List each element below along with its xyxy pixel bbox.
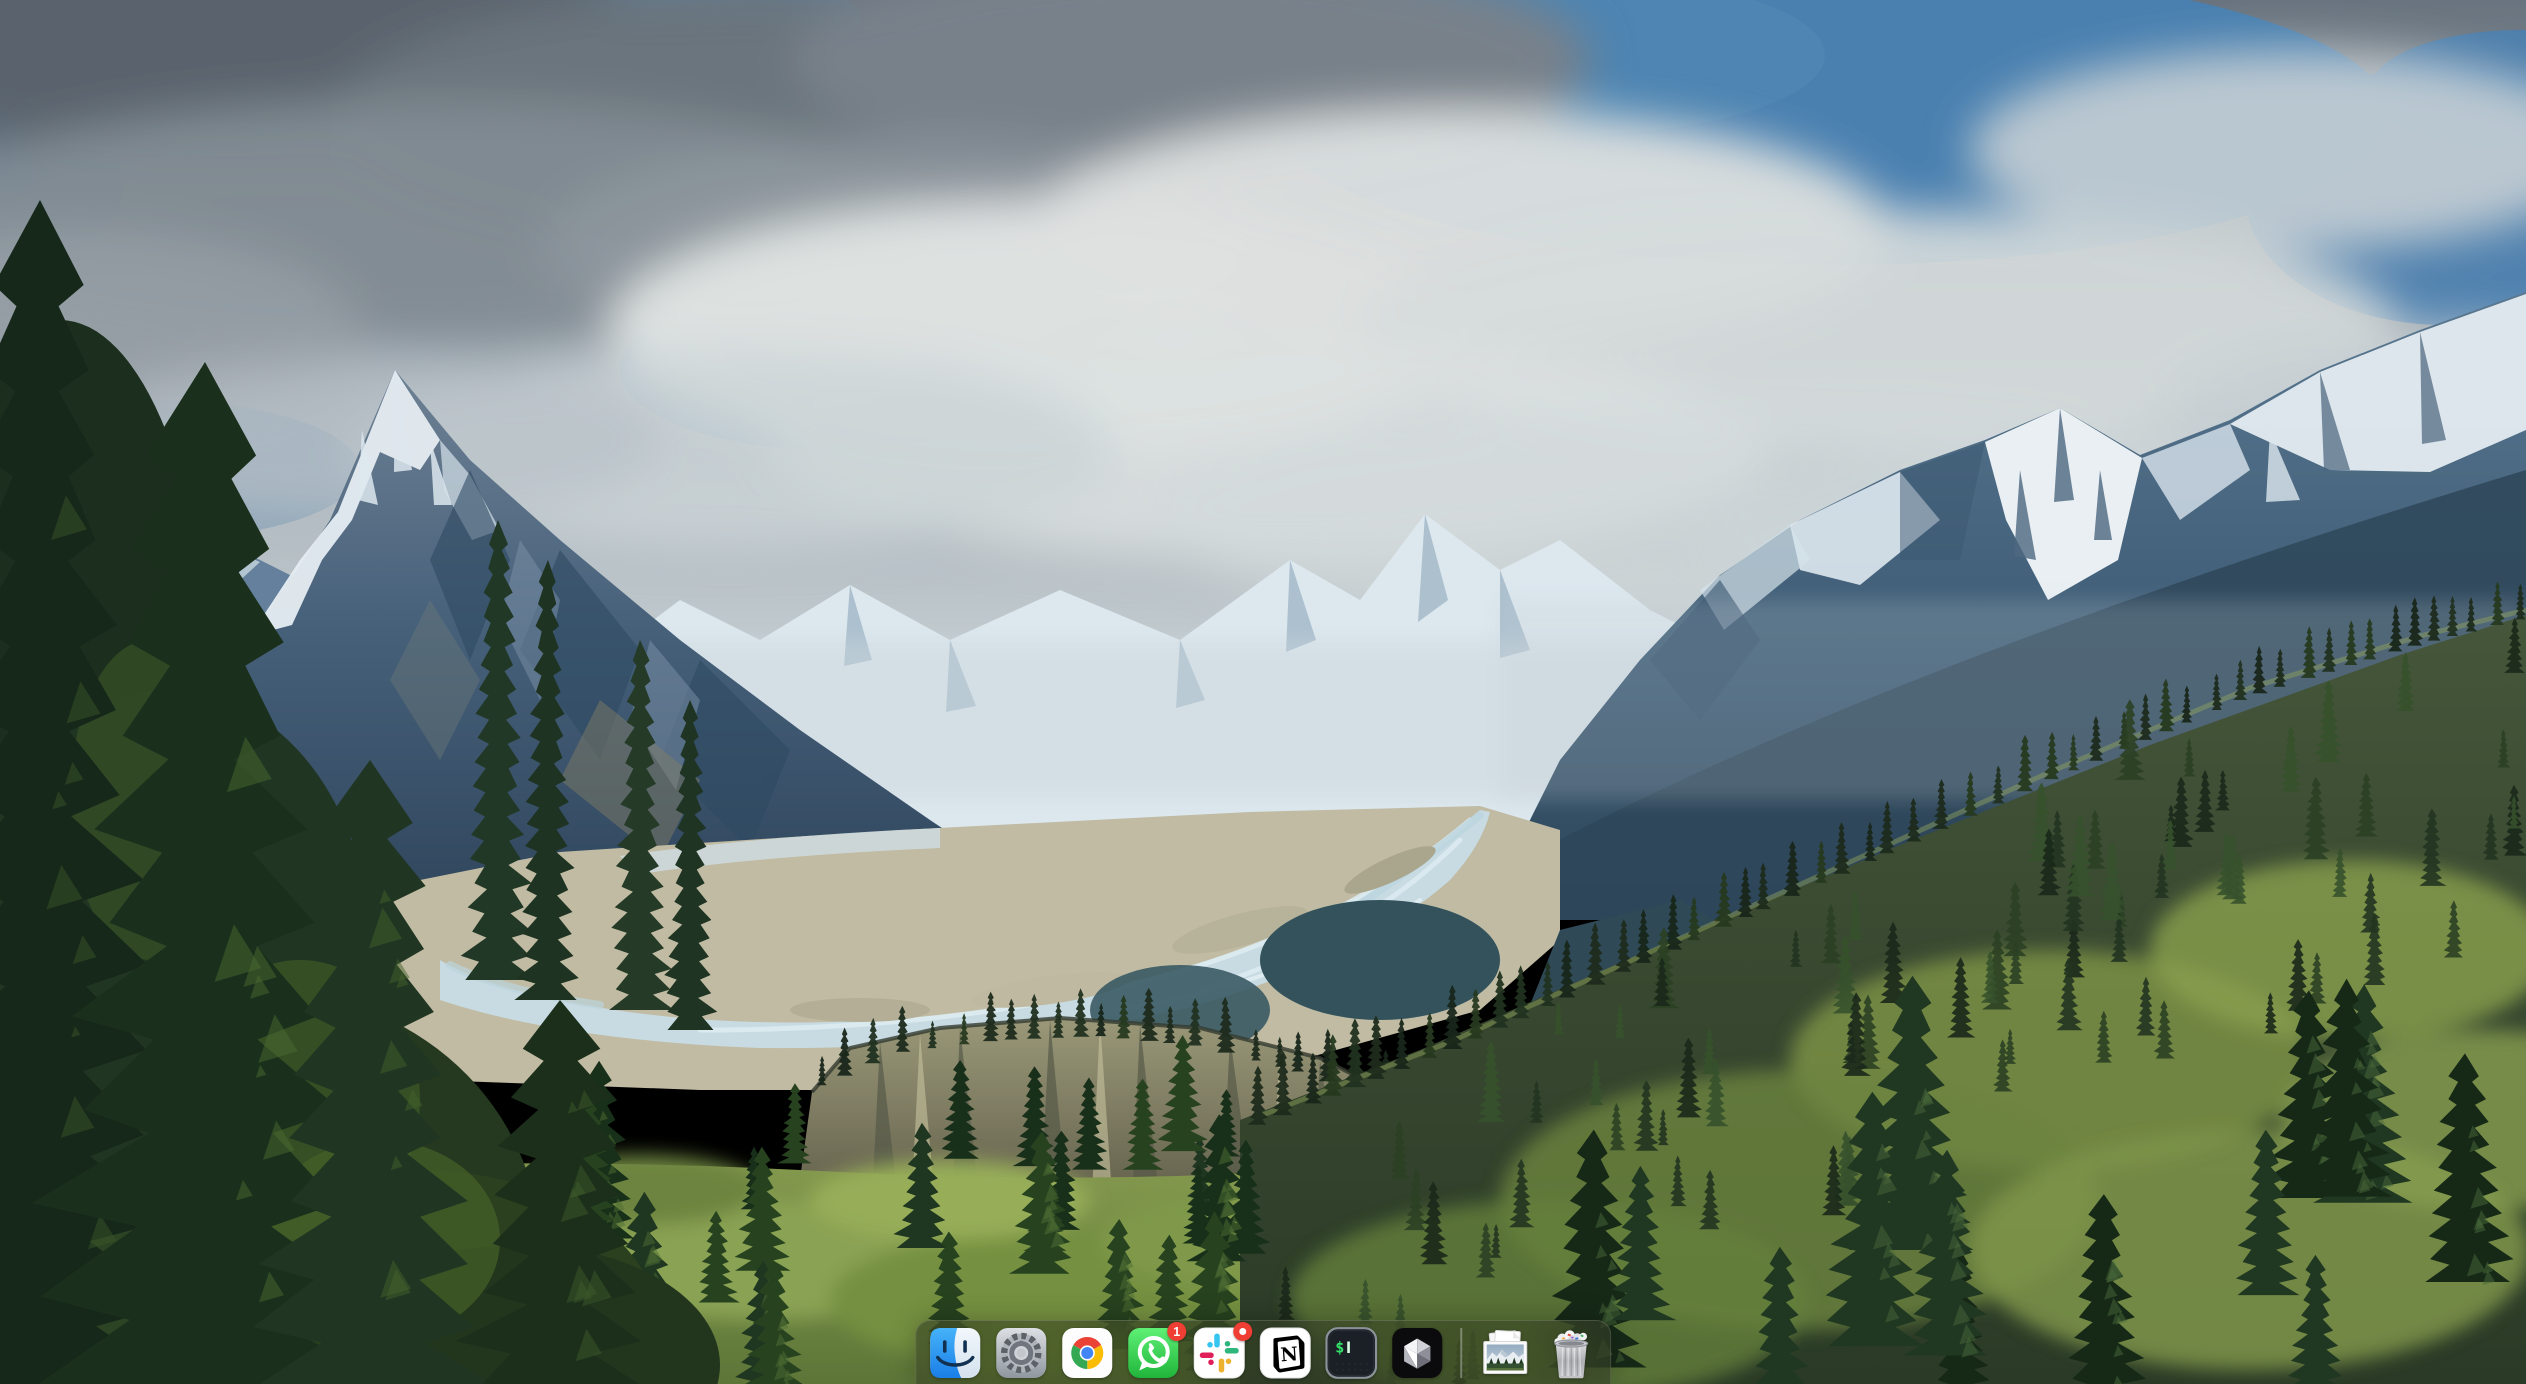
dock: 1 N $ [915,1320,1611,1384]
settings-icon [995,1327,1047,1379]
dock-item-finder[interactable] [929,1327,981,1379]
dock-item-trash[interactable] [1545,1327,1597,1379]
terminal-icon: $ [1325,1327,1377,1379]
dock-item-chrome[interactable] [1061,1327,1113,1379]
dock-item-settings[interactable] [995,1327,1047,1379]
downloads-icon [1479,1327,1531,1379]
terminal-prompt-glyph: $ [1335,1339,1344,1357]
notion-icon: N [1259,1327,1311,1379]
notification-badge: 1 [1167,1322,1186,1341]
dock-item-downloads[interactable] [1479,1327,1531,1379]
dock-item-cursor[interactable] [1391,1327,1443,1379]
chrome-icon [1061,1327,1113,1379]
dock-separator [1460,1328,1462,1378]
dock-item-whatsapp[interactable]: 1 [1127,1327,1179,1379]
dock-item-notion[interactable]: N [1259,1327,1311,1379]
wallpaper-image [0,0,2526,1384]
dock-item-slack[interactable] [1193,1327,1245,1379]
trash-icon [1545,1327,1597,1379]
finder-icon [929,1327,981,1379]
notification-badge-dot [1233,1322,1252,1341]
dock-item-terminal[interactable]: $ [1325,1327,1377,1379]
desktop: 1 N $ [0,0,2526,1384]
cursor-icon [1391,1327,1443,1379]
svg-text:N: N [1280,1343,1299,1366]
